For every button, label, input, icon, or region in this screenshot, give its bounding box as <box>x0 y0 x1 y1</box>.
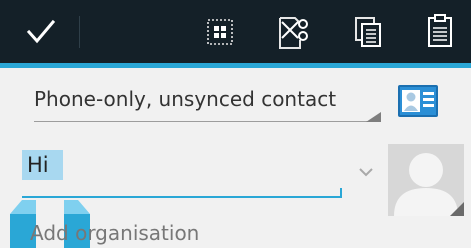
clipboard-icon <box>428 14 452 47</box>
name-value: Hi <box>27 153 49 177</box>
cut-button[interactable] <box>268 0 322 63</box>
action-bar-divider <box>79 16 80 48</box>
name-field-underline-end <box>340 188 342 198</box>
name-row: Hi <box>0 138 471 248</box>
account-spinner-underline <box>34 121 381 122</box>
done-button[interactable] <box>0 0 79 63</box>
account-row: Phone-only, unsynced contact <box>0 68 471 130</box>
paste-button[interactable] <box>414 0 468 63</box>
action-bar <box>0 0 471 63</box>
select-all-icon <box>207 19 233 45</box>
account-label: Phone-only, unsynced contact <box>34 87 337 111</box>
contact-card-icon <box>397 84 439 118</box>
spinner-corner-icon <box>366 112 381 122</box>
name-field-underline <box>22 196 342 198</box>
chevron-down-icon[interactable] <box>357 166 375 178</box>
avatar-placeholder-icon <box>388 144 464 216</box>
scissors-icon <box>279 17 308 49</box>
copy-button[interactable] <box>343 0 397 63</box>
check-icon <box>26 19 56 44</box>
add-organisation-link[interactable]: Add organisation <box>30 221 199 245</box>
contact-photo[interactable] <box>386 144 466 216</box>
select-all-button[interactable] <box>195 0 249 63</box>
copy-icon <box>355 17 381 47</box>
